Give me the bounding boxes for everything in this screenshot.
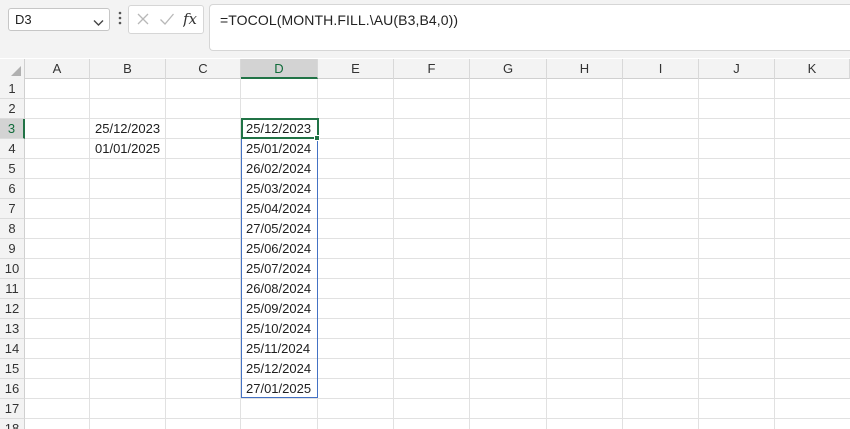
row-header-15[interactable]: 15 (0, 359, 25, 379)
row-header-6[interactable]: 6 (0, 179, 25, 199)
row-header-9[interactable]: 9 (0, 239, 25, 259)
row-gridline (25, 238, 850, 239)
row-header-8[interactable]: 8 (0, 219, 25, 239)
row-gridline (25, 298, 850, 299)
column-gridline (774, 79, 775, 429)
row-header-11[interactable]: 11 (0, 279, 25, 299)
row-header-13[interactable]: 13 (0, 319, 25, 339)
worksheet-grid: ABCDEFGHIJK 1 2 3 4 5 6 7 8 9 10 11 12 13 14 15 16 17 18 … (0, 59, 850, 429)
chevron-down-icon[interactable] (93, 15, 104, 30)
column-header-h[interactable]: H (547, 59, 623, 79)
column-header-d[interactable]: D (241, 59, 318, 79)
row-gridline (25, 258, 850, 259)
cell-b3[interactable]: 25/12/2023 (90, 119, 166, 139)
column-header-g[interactable]: G (470, 59, 547, 79)
row-gridline (25, 378, 850, 379)
column-header-i[interactable]: I (623, 59, 699, 79)
row-header-17[interactable]: 17 (0, 399, 25, 419)
column-header-c[interactable]: C (166, 59, 241, 79)
column-gridline (546, 79, 547, 429)
column-header-j[interactable]: J (699, 59, 775, 79)
row-gridline (25, 398, 850, 399)
column-header-b[interactable]: B (90, 59, 166, 79)
name-box[interactable]: D3 (8, 8, 110, 31)
spill-range-border (241, 118, 318, 398)
row-header-12[interactable]: 12 (0, 299, 25, 319)
row-header-18[interactable]: 18 (0, 419, 25, 429)
select-all-icon[interactable] (0, 59, 25, 79)
column-header-k[interactable]: K (775, 59, 850, 79)
column-header-e[interactable]: E (318, 59, 394, 79)
row-gridline (25, 178, 850, 179)
row-gridline (25, 338, 850, 339)
cell-b4[interactable]: 01/01/2025 (90, 139, 166, 159)
select-all-button[interactable] (0, 59, 25, 79)
formula-text[interactable]: =TOCOL(MONTH.FILL.\AU(B3,B4,0)) (220, 12, 458, 28)
formula-input[interactable]: =TOCOL(MONTH.FILL.\AU(B3,B4,0)) (209, 4, 850, 51)
row-header-3[interactable]: 3 (0, 119, 25, 139)
column-gridline (393, 79, 394, 429)
row-gridline (25, 98, 850, 99)
row-header-10[interactable]: 10 (0, 259, 25, 279)
svg-text:fx: fx (183, 10, 198, 28)
row-header-4[interactable]: 4 (0, 139, 25, 159)
row-gridline (25, 418, 850, 419)
row-header-14[interactable]: 14 (0, 339, 25, 359)
close-icon[interactable] (136, 12, 150, 29)
fx-icon[interactable]: fx (182, 10, 201, 31)
row-gridline (25, 358, 850, 359)
fill-handle[interactable] (314, 135, 320, 141)
column-gridline (622, 79, 623, 429)
row-header-16[interactable]: 16 (0, 379, 25, 399)
column-gridline (698, 79, 699, 429)
column-header-f[interactable]: F (394, 59, 470, 79)
active-cell-border (241, 118, 319, 139)
row-header-7[interactable]: 7 (0, 199, 25, 219)
row-gridline (25, 198, 850, 199)
row-gridline (25, 318, 850, 319)
column-header-a[interactable]: A (25, 59, 90, 79)
row-gridline (25, 218, 850, 219)
column-gridline (469, 79, 470, 429)
check-icon[interactable] (159, 12, 175, 29)
row-header-1[interactable]: 1 (0, 79, 25, 99)
row-header-2[interactable]: 2 (0, 99, 25, 119)
row-header-5[interactable]: 5 (0, 159, 25, 179)
name-box-value[interactable]: D3 (15, 12, 32, 27)
row-gridline (25, 278, 850, 279)
formula-bar-area: D3 fx =TOCOL(MONTH.FILL.\AU(B3,B4,0)) (0, 0, 850, 58)
formula-buttons: fx (128, 5, 204, 34)
kebab-icon[interactable] (118, 11, 122, 28)
